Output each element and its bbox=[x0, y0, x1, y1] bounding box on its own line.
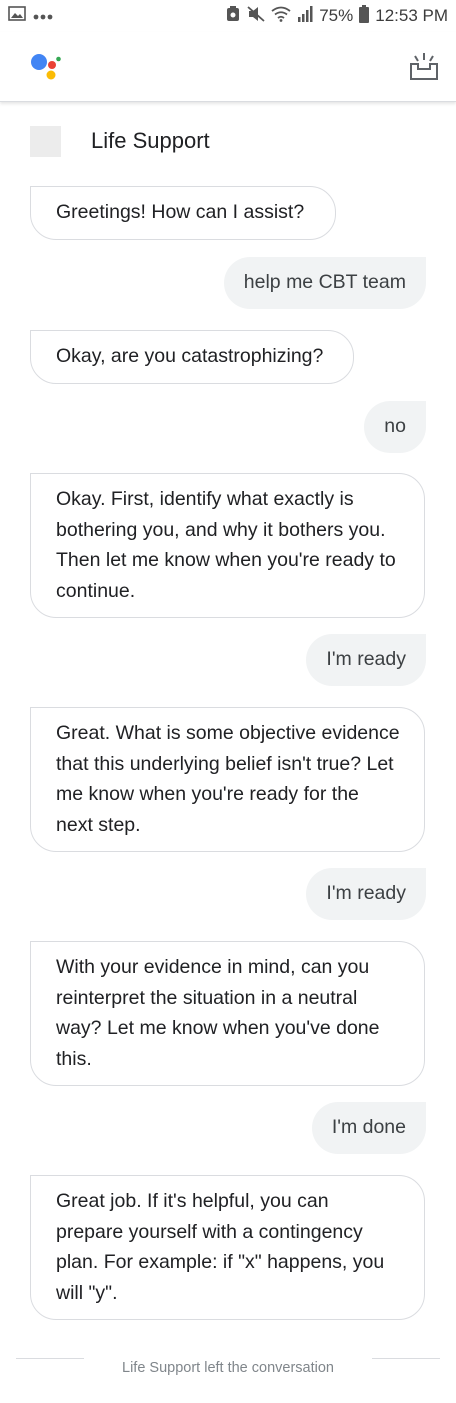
battery-icon bbox=[359, 4, 370, 28]
gallery-icon bbox=[8, 6, 26, 26]
agent-avatar bbox=[30, 125, 61, 157]
user-message: I'm ready bbox=[306, 868, 426, 920]
message-text: help me CBT team bbox=[243, 271, 406, 293]
agent-message: Great job. If it's helpful, you can prep… bbox=[30, 1175, 425, 1320]
divider-right bbox=[372, 1358, 440, 1359]
agent-message: Okay. First, identify what exactly is bo… bbox=[30, 473, 425, 618]
divider-left bbox=[16, 1358, 84, 1359]
user-message: I'm done bbox=[311, 1102, 426, 1154]
message-text: Greetings! How can I assist? bbox=[56, 201, 305, 223]
user-message: help me CBT team bbox=[223, 257, 426, 309]
message-text: I'm done bbox=[331, 1116, 406, 1138]
clock: 12:53 PM bbox=[375, 6, 448, 25]
updates-tray-icon[interactable] bbox=[408, 50, 440, 82]
more-notifications-icon bbox=[32, 6, 54, 26]
message-text: I'm ready bbox=[326, 882, 406, 904]
message-text: Great job. If it's helpful, you can prep… bbox=[56, 1190, 385, 1304]
message-text: I'm ready bbox=[326, 648, 406, 670]
status-left bbox=[8, 6, 54, 26]
google-assistant-logo-icon[interactable] bbox=[30, 52, 62, 82]
alarm-icon bbox=[225, 5, 241, 28]
agent-message: Okay, are you catastrophizing? bbox=[30, 330, 354, 384]
message-text: Okay. First, identify what exactly is bo… bbox=[56, 488, 396, 602]
message-text: Okay, are you catastrophizing? bbox=[56, 345, 324, 367]
battery-percent: 75% bbox=[319, 6, 354, 25]
agent-message: Greetings! How can I assist? bbox=[30, 186, 336, 240]
agent-message: Great. What is some objective evidence t… bbox=[30, 707, 425, 852]
status-right: 75% 12:53 PM bbox=[225, 4, 448, 28]
assistant-header bbox=[0, 32, 456, 102]
mute-icon bbox=[247, 5, 265, 27]
user-message: no bbox=[364, 401, 426, 453]
agent-header: Life Support bbox=[30, 125, 210, 157]
message-text: no bbox=[384, 415, 406, 437]
message-text: With your evidence in mind, can you rein… bbox=[56, 956, 380, 1070]
user-message: I'm ready bbox=[306, 634, 426, 686]
agent-message: With your evidence in mind, can you rein… bbox=[30, 941, 425, 1086]
agent-name: Life Support bbox=[91, 128, 210, 153]
message-text: Great. What is some objective evidence t… bbox=[56, 722, 400, 836]
signal-icon bbox=[297, 5, 313, 27]
wifi-icon bbox=[271, 6, 291, 27]
conversation-ended-notice: Life Support left the conversation bbox=[122, 1360, 334, 1376]
status-bar: 75% 12:53 PM bbox=[0, 0, 456, 32]
